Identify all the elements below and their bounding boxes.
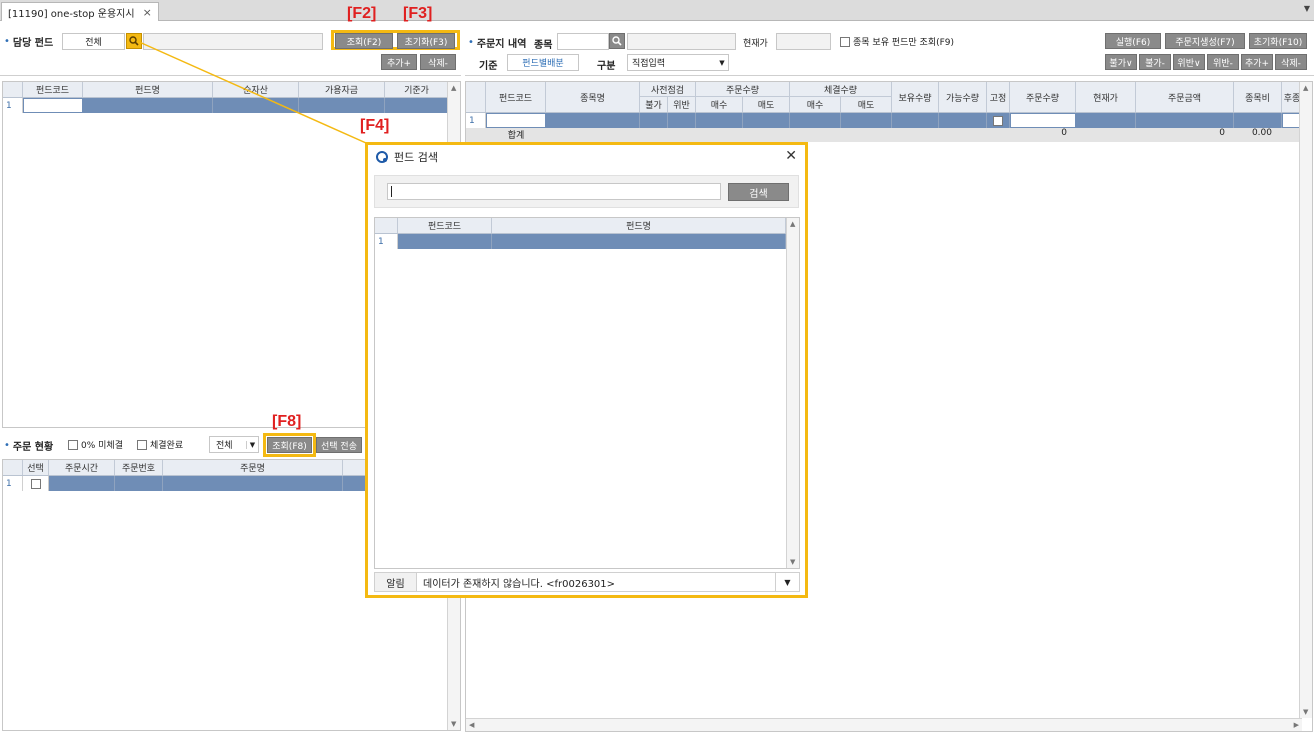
dialog-fund-grid: 펀드코드 펀드명 1 ▲ ▼ (374, 217, 800, 569)
fund-search-dialog: 펀드 검색 ✕ 검색 펀드코드 펀드명 1 ▲ ▼ 알림 데이터가 존재하지 않… (365, 142, 808, 598)
close-icon[interactable]: ✕ (785, 148, 797, 164)
status-message: 데이터가 존재하지 않습니다. <fr0026301> (423, 578, 616, 590)
app-window: [11190] one-stop 운용지시 × ▼ • 담당 펀드 전체 [F2]… (0, 0, 1314, 732)
dialog-title: 펀드 검색 (394, 151, 438, 164)
dialog-search-button[interactable]: 검색 (728, 183, 789, 201)
dialog-grid-scrollbar[interactable]: ▲ ▼ (786, 218, 799, 568)
dialog-search-bar: 검색 (374, 175, 799, 208)
col-fund-name[interactable]: 펀드명 (492, 218, 786, 233)
col-fund-code[interactable]: 펀드코드 (398, 218, 492, 233)
status-label: 알림 (375, 573, 417, 591)
f4-annotation: [F4] (360, 117, 390, 134)
fund-search-input[interactable] (387, 183, 721, 200)
dialog-grid-header: 펀드코드 펀드명 (375, 218, 786, 234)
chevron-down-icon[interactable]: ▼ (775, 573, 799, 591)
dialog-status-bar: 알림 데이터가 존재하지 않습니다. <fr0026301> ▼ (374, 572, 800, 592)
dialog-titlebar[interactable]: 펀드 검색 (368, 145, 805, 169)
app-logo-icon (376, 151, 388, 163)
table-row[interactable]: 1 (375, 234, 786, 249)
